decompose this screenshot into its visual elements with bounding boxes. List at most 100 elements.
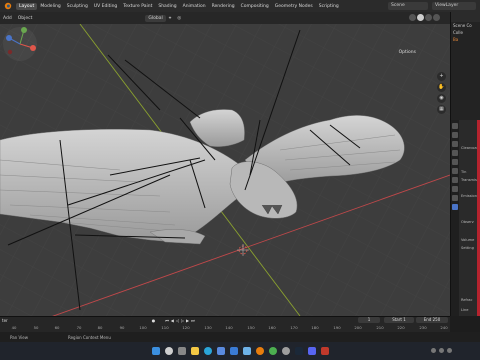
battery-icon[interactable] bbox=[447, 348, 452, 353]
render-tab-icon[interactable] bbox=[452, 132, 458, 138]
discord-icon[interactable] bbox=[307, 347, 316, 355]
top-menu-bar: Layout Modeling Sculpting UV Editing Tex… bbox=[0, 0, 480, 12]
add-menu[interactable]: Add bbox=[0, 15, 15, 22]
options-dropdown[interactable]: Options bbox=[399, 50, 416, 55]
timeline-tick: 180 bbox=[311, 325, 319, 330]
mail-icon[interactable] bbox=[229, 347, 238, 355]
properties-panel: Clearcoat Tin Transmiss Emission Observ … bbox=[450, 120, 480, 316]
modifier-tab-icon[interactable] bbox=[452, 177, 458, 183]
observed-label: Observ bbox=[461, 220, 474, 224]
outliner-row-object[interactable]: Ba bbox=[451, 36, 480, 43]
timeline-tick: 60 bbox=[54, 325, 60, 330]
edge-browser-icon[interactable] bbox=[203, 347, 212, 355]
workspace-tab-layout[interactable]: Layout bbox=[16, 2, 38, 10]
timeline-tick: 100 bbox=[139, 325, 147, 330]
timeline-panel[interactable]: ter ● ⏮ ◀ ◁ ▷ ▶ ⏭ 1 Start 1 End 250 40 5… bbox=[0, 316, 450, 332]
pan-hand-icon[interactable]: ✋ bbox=[437, 83, 446, 92]
jump-start-icon[interactable]: ⏮ bbox=[165, 318, 169, 323]
wireframe-shading-icon[interactable] bbox=[409, 14, 416, 21]
start-menu-icon[interactable] bbox=[151, 347, 160, 355]
particles-tab-icon[interactable] bbox=[452, 186, 458, 192]
timeline-menu[interactable]: ter bbox=[2, 318, 8, 323]
view-layer-selector[interactable]: ViewLayer bbox=[432, 2, 476, 10]
wifi-icon[interactable] bbox=[431, 348, 436, 353]
timeline-tick: 140 bbox=[225, 325, 233, 330]
scene-tab-icon[interactable] bbox=[452, 150, 458, 156]
output-tab-icon[interactable] bbox=[452, 141, 458, 147]
timeline-tick: 210 bbox=[376, 325, 384, 330]
current-frame-field[interactable]: 1 bbox=[358, 317, 380, 323]
solid-shading-icon[interactable] bbox=[417, 14, 424, 21]
timeline-tick: 80 bbox=[97, 325, 103, 330]
timeline-tick: 160 bbox=[268, 325, 276, 330]
volume-label: Volume bbox=[461, 238, 475, 242]
rendered-shading-icon[interactable] bbox=[433, 14, 440, 21]
workspace-tab-scripting[interactable]: Scripting bbox=[316, 3, 342, 10]
play-icon[interactable]: ▷ bbox=[181, 318, 184, 323]
workspace-tab-rendering[interactable]: Rendering bbox=[209, 3, 238, 10]
material-tab-icon[interactable] bbox=[452, 204, 458, 210]
workspace-tab-compositing[interactable]: Compositing bbox=[238, 3, 272, 10]
start-frame-label: Start bbox=[392, 317, 402, 322]
viewport-canvas[interactable] bbox=[0, 24, 450, 316]
start-frame-field[interactable]: Start 1 bbox=[384, 317, 414, 323]
end-frame-value: 250 bbox=[432, 317, 441, 322]
timeline-controls: ter ● ⏮ ◀ ◁ ▷ ▶ ⏭ bbox=[0, 317, 450, 324]
snap-icon[interactable]: ⌖ bbox=[166, 14, 175, 22]
world-tab-icon[interactable] bbox=[452, 159, 458, 165]
transform-orientation-dropdown[interactable]: Global bbox=[145, 14, 166, 22]
physics-tab-icon[interactable] bbox=[452, 195, 458, 201]
settings-gear-icon[interactable] bbox=[281, 347, 290, 355]
zoom-icon[interactable]: + bbox=[437, 72, 446, 81]
workspace-tab-animation[interactable]: Animation bbox=[180, 3, 209, 10]
properties-tab-column bbox=[451, 120, 459, 316]
play-reverse-icon[interactable]: ◁ bbox=[176, 318, 179, 323]
timeline-tick: 150 bbox=[247, 325, 255, 330]
line-label: Line bbox=[461, 308, 469, 312]
chrome-icon[interactable] bbox=[268, 347, 277, 355]
timeline-tick: 240 bbox=[440, 325, 448, 330]
workspace-tab-sculpting[interactable]: Sculpting bbox=[64, 3, 91, 10]
volume-icon[interactable] bbox=[439, 348, 444, 353]
material-preview-icon[interactable] bbox=[425, 14, 432, 21]
proportional-edit-icon[interactable]: ◎ bbox=[174, 15, 184, 22]
camera-view-icon[interactable]: ◉ bbox=[437, 94, 446, 103]
next-keyframe-icon[interactable]: ▶ bbox=[186, 318, 189, 323]
task-view-icon[interactable] bbox=[177, 347, 186, 355]
search-icon[interactable] bbox=[164, 347, 173, 355]
workspace-tab-texture-paint[interactable]: Texture Paint bbox=[120, 3, 155, 10]
app-icon[interactable] bbox=[320, 347, 329, 355]
timeline-tick: 110 bbox=[161, 325, 169, 330]
workspace-tab-shading[interactable]: Shading bbox=[155, 3, 179, 10]
workspace-tab-modeling[interactable]: Modeling bbox=[37, 3, 63, 10]
tool-tab-icon[interactable] bbox=[452, 123, 458, 129]
timeline-tick: 90 bbox=[119, 325, 125, 330]
store-icon[interactable] bbox=[216, 347, 225, 355]
timeline-tick: 170 bbox=[290, 325, 298, 330]
3d-viewport[interactable]: Options + ✋ ◉ ▦ bbox=[0, 24, 450, 316]
record-icon[interactable]: ● bbox=[152, 318, 156, 323]
blender-logo-icon[interactable] bbox=[4, 2, 12, 10]
timeline-tick: 190 bbox=[333, 325, 341, 330]
workspace-tab-geometry-nodes[interactable]: Geometry Nodes bbox=[272, 3, 316, 10]
settings-label: Setting bbox=[461, 246, 474, 250]
grid-perspective-icon[interactable]: ▦ bbox=[437, 105, 446, 114]
blender-taskbar-icon[interactable] bbox=[255, 347, 264, 355]
object-tab-icon[interactable] bbox=[452, 168, 458, 174]
timeline-tick: 70 bbox=[76, 325, 82, 330]
object-menu[interactable]: Object bbox=[15, 15, 36, 22]
prev-keyframe-icon[interactable]: ◀ bbox=[171, 318, 174, 323]
file-explorer-icon[interactable] bbox=[190, 347, 199, 355]
mouse-hint-context-menu: Region Context Menu bbox=[67, 334, 111, 340]
jump-end-icon[interactable]: ⏭ bbox=[191, 318, 195, 323]
photos-icon[interactable] bbox=[242, 347, 251, 355]
workspace-tab-uv-editing[interactable]: UV Editing bbox=[91, 3, 120, 10]
windows-taskbar bbox=[0, 342, 480, 360]
end-frame-field[interactable]: End 250 bbox=[416, 317, 448, 323]
steam-icon[interactable] bbox=[294, 347, 303, 355]
outliner-row-collection[interactable]: Colle bbox=[451, 29, 480, 36]
outliner-row-scene-collection[interactable]: Scene Co bbox=[451, 22, 480, 29]
navigation-gizmo-icon[interactable] bbox=[0, 24, 40, 64]
timeline-tick: 50 bbox=[33, 325, 39, 330]
scene-selector[interactable]: Scene bbox=[388, 2, 428, 10]
